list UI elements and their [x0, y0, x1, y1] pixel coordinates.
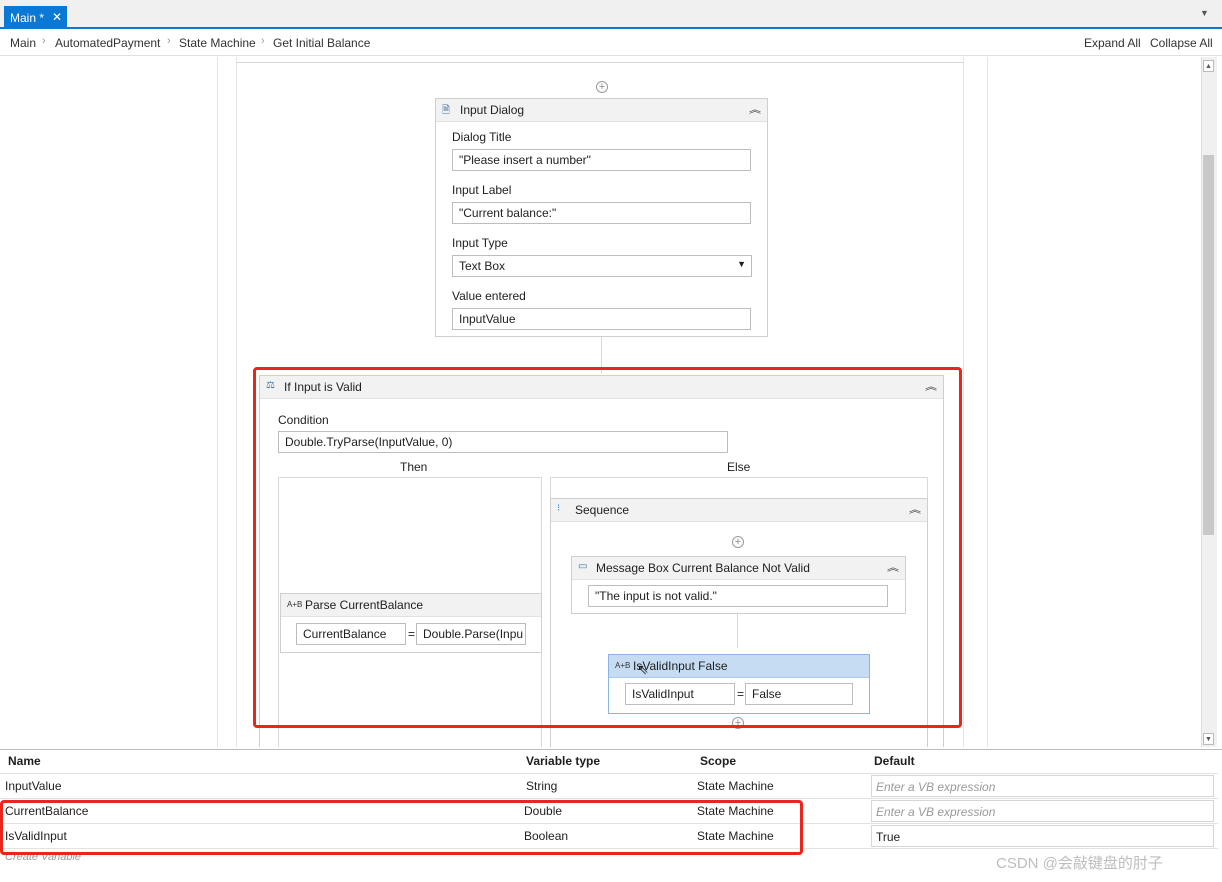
- input-type-value: Text Box: [459, 259, 506, 273]
- variable-default-field[interactable]: True: [871, 825, 1214, 847]
- tab-main[interactable]: Main * ✕: [4, 6, 67, 29]
- variable-default-field[interactable]: Enter a VB expression: [871, 775, 1214, 797]
- sequence-border: [236, 57, 237, 747]
- breadcrumb-item[interactable]: Main: [10, 36, 36, 50]
- dialog-title-field[interactable]: "Please insert a number": [452, 149, 751, 171]
- input-type-label: Input Type: [452, 236, 508, 250]
- add-activity-icon[interactable]: +: [596, 81, 608, 93]
- watermark-text: CSDN @会敲键盘的肘子: [996, 855, 1163, 872]
- scroll-up-icon[interactable]: ▲: [1203, 60, 1214, 72]
- column-header-scope[interactable]: Scope: [700, 754, 736, 768]
- input-label-field[interactable]: "Current balance:": [452, 202, 751, 224]
- sequence-border: [963, 57, 964, 747]
- chevron-right-icon: ›: [167, 35, 171, 47]
- close-icon[interactable]: ✕: [52, 10, 62, 24]
- scroll-down-icon[interactable]: ▼: [1203, 733, 1214, 745]
- variable-default-field[interactable]: Enter a VB expression: [871, 800, 1214, 822]
- column-header-type[interactable]: Variable type: [526, 754, 600, 768]
- highlight-box: [0, 800, 803, 855]
- collapse-all-button[interactable]: Collapse All: [1150, 36, 1213, 50]
- column-header-default[interactable]: Default: [874, 754, 915, 768]
- dialog-title-label: Dialog Title: [452, 130, 512, 144]
- activity-title: Input Dialog: [460, 103, 525, 117]
- row-divider: [0, 773, 1218, 774]
- expand-all-button[interactable]: Expand All: [1084, 36, 1141, 50]
- document-tab-strip: [0, 0, 1222, 29]
- container-border: [217, 57, 218, 747]
- variable-name[interactable]: InputValue: [5, 779, 62, 793]
- breadcrumb-item[interactable]: AutomatedPayment: [55, 36, 160, 50]
- designer-canvas[interactable]: + 🗎 Input Dialog ︽ Dialog Title "Please …: [0, 57, 1201, 747]
- chevron-down-icon: ▼: [737, 259, 746, 269]
- breadcrumb-item[interactable]: State Machine: [179, 36, 256, 50]
- breadcrumb-item[interactable]: Get Initial Balance: [273, 36, 370, 50]
- input-type-select[interactable]: Text Box ▼: [452, 255, 752, 277]
- input-label-label: Input Label: [452, 183, 512, 197]
- chevron-down-icon[interactable]: ▼: [1200, 8, 1214, 20]
- chevron-right-icon: ›: [42, 35, 46, 47]
- chevron-right-icon: ›: [261, 35, 265, 47]
- sequence-header-edge: [236, 62, 964, 63]
- scrollbar-thumb[interactable]: [1203, 155, 1214, 535]
- activity-header[interactable]: 🗎 Input Dialog ︽: [436, 99, 767, 122]
- value-entered-label: Value entered: [452, 289, 526, 303]
- collapse-icon[interactable]: ︽: [749, 103, 761, 117]
- variable-type[interactable]: String: [526, 779, 557, 793]
- container-border: [987, 57, 988, 747]
- value-entered-field[interactable]: InputValue: [452, 308, 751, 330]
- document-icon: 🗎: [442, 105, 451, 116]
- tab-label: Main *: [10, 11, 45, 25]
- highlight-box: [253, 367, 962, 728]
- row-divider: [0, 798, 1218, 799]
- breadcrumb: Main › AutomatedPayment › State Machine …: [0, 31, 1222, 56]
- input-dialog-activity[interactable]: 🗎 Input Dialog ︽ Dialog Title "Please in…: [435, 98, 768, 337]
- variable-scope[interactable]: State Machine: [697, 779, 774, 793]
- column-header-name[interactable]: Name: [8, 754, 41, 768]
